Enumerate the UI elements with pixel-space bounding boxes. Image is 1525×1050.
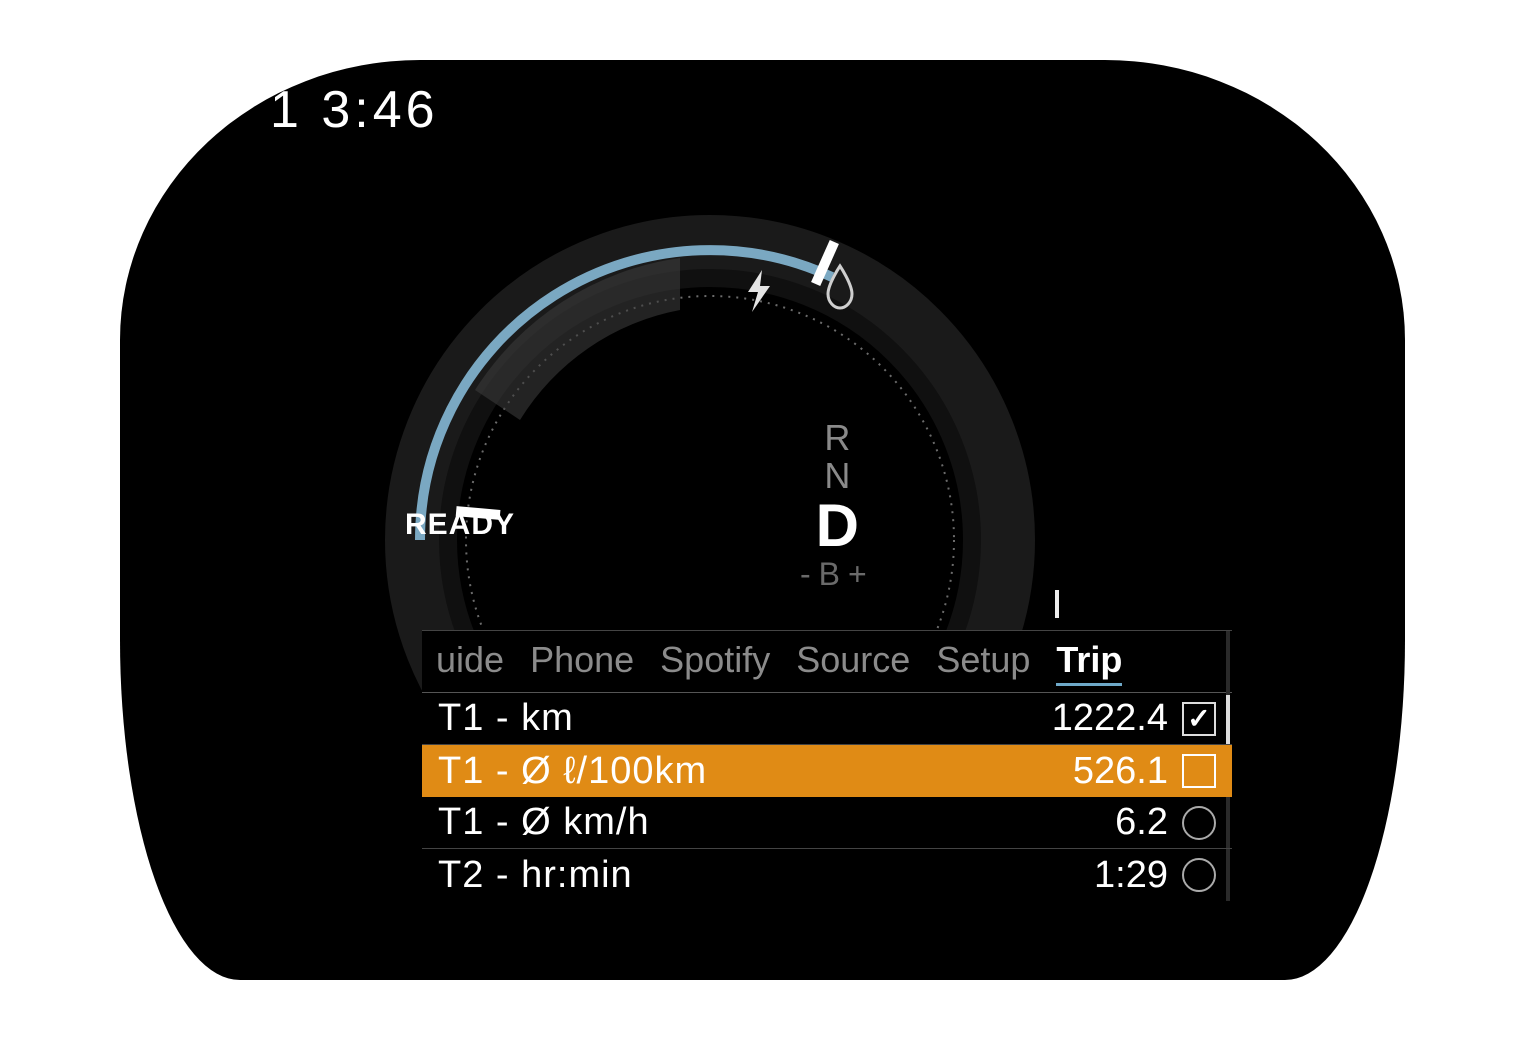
trip-row-value: 526.1 [1073, 750, 1168, 793]
ready-label: READY [405, 508, 515, 542]
menu-tabs: uide Phone Spotify Source Setup Trip [422, 631, 1232, 692]
brake-plus: + [848, 556, 875, 592]
trip-row-t1-kmh[interactable]: T1 - Ø km/h 6.2 [422, 797, 1232, 849]
checkbox-icon[interactable] [1182, 754, 1216, 788]
trip-row-t1-l100km[interactable]: T1 - Ø ℓ/100km 526.1 [422, 745, 1232, 797]
trip-row-value: 1:29 [1094, 854, 1168, 897]
clock: 1 3:46 [270, 80, 439, 140]
trip-row-label: T1 - Ø ℓ/100km [438, 750, 707, 793]
trip-row-value: 6.2 [1115, 801, 1168, 844]
checkbox-checked-icon[interactable] [1182, 702, 1216, 736]
brake-minus: - [800, 556, 819, 592]
tab-spotify[interactable]: Spotify [660, 639, 770, 686]
gear-n: N [800, 458, 875, 494]
brake-b: B [819, 556, 848, 592]
radio-icon[interactable] [1182, 858, 1216, 892]
radio-icon[interactable] [1182, 806, 1216, 840]
tab-source[interactable]: Source [796, 639, 910, 686]
tab-guide[interactable]: uide [436, 639, 504, 686]
trip-row-value: 1222.4 [1052, 697, 1168, 740]
trip-menu-panel: uide Phone Spotify Source Setup Trip T1 … [422, 630, 1232, 901]
trip-list: T1 - km 1222.4 T1 - Ø ℓ/100km 526.1 T1 -… [422, 692, 1232, 901]
gear-d: D [800, 496, 875, 556]
trip-row-label: T1 - km [438, 697, 574, 740]
tab-phone[interactable]: Phone [530, 639, 634, 686]
gear-r: R [800, 420, 875, 456]
gear-indicator: R N D -B+ [800, 420, 875, 590]
trip-row-label: T1 - Ø km/h [438, 801, 650, 844]
gear-b: -B+ [800, 558, 875, 590]
tab-trip[interactable]: Trip [1056, 639, 1122, 686]
tab-setup[interactable]: Setup [936, 639, 1030, 686]
right-needle-marker [1055, 590, 1059, 618]
cluster-mask: 1 3:46 [120, 60, 1405, 980]
trip-row-label: T2 - hr:min [438, 854, 633, 897]
trip-row-t2-hrmin[interactable]: T2 - hr:min 1:29 [422, 849, 1232, 901]
trip-row-t1-km[interactable]: T1 - km 1222.4 [422, 693, 1232, 745]
